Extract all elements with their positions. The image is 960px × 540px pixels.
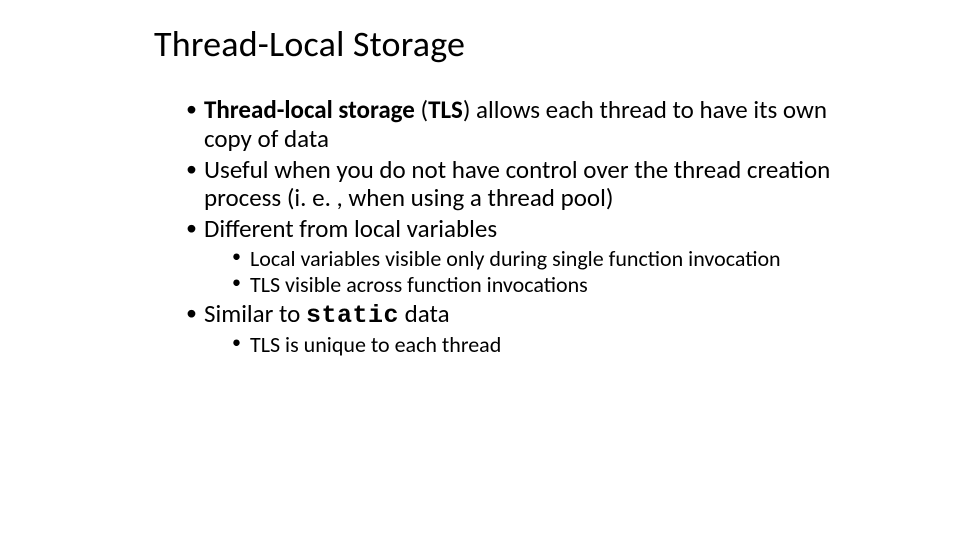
- bullet-1-term2: TLS: [428, 94, 463, 125]
- bullet-4-code: static: [306, 301, 399, 330]
- bullet-3: Different from local variables Local var…: [186, 215, 850, 298]
- bullet-4-sub-1: TLS is unique to each thread: [232, 332, 850, 358]
- bullet-3-sublist: Local variables visible only during sing…: [232, 246, 850, 298]
- bullet-1-paren-open: (: [415, 94, 428, 125]
- slide-title: Thread-Local Storage: [154, 22, 850, 66]
- bullet-4: Similar to static data TLS is unique to …: [186, 300, 850, 359]
- bullet-3-sub-1: Local variables visible only during sing…: [232, 246, 850, 272]
- slide: Thread-Local Storage Thread-local storag…: [0, 0, 960, 540]
- bullet-4-pre: Similar to: [204, 298, 306, 329]
- bullet-1-term1: Thread-local storage: [204, 94, 415, 125]
- bullet-list: Thread-local storage (TLS) allows each t…: [186, 96, 850, 358]
- bullet-3-text: Different from local variables: [204, 213, 497, 244]
- bullet-3-sub-2: TLS visible across function invocations: [232, 272, 850, 298]
- bullet-4-post: data: [399, 298, 450, 329]
- bullet-4-sublist: TLS is unique to each thread: [232, 332, 850, 358]
- bullet-1: Thread-local storage (TLS) allows each t…: [186, 96, 850, 154]
- bullet-2: Useful when you do not have control over…: [186, 156, 850, 214]
